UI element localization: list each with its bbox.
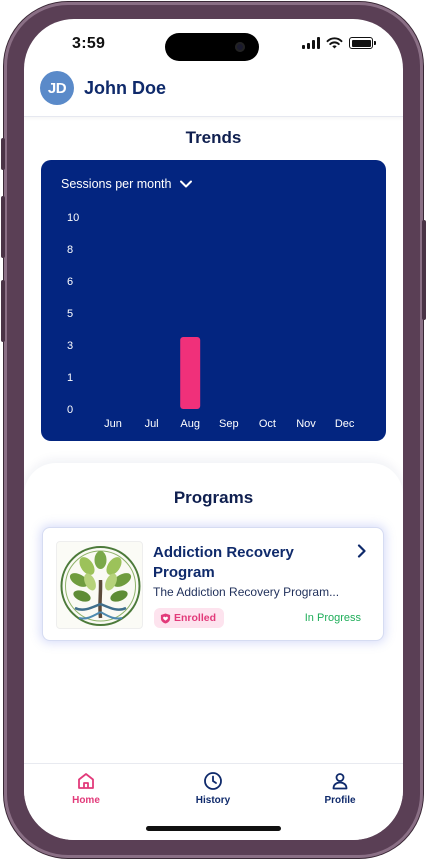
program-card[interactable]: Addiction Recovery Program The Addiction… xyxy=(42,527,384,641)
tree-of-life-icon xyxy=(56,541,143,629)
cellular-signal-icon xyxy=(302,37,320,49)
x-tick-label: Nov xyxy=(296,418,316,430)
clock-icon xyxy=(204,772,222,790)
enrolled-badge-label: Enrolled xyxy=(174,612,217,624)
y-tick-label: 0 xyxy=(67,404,73,416)
program-status: In Progress xyxy=(304,612,361,624)
x-tick-label: Oct xyxy=(259,418,276,430)
y-tick-label: 3 xyxy=(67,340,73,352)
volume-down-button xyxy=(1,280,5,342)
app-screen: 3:59 JD John Doe Trends 0 1 3 5 6 8 10 Jun Jul Au… xyxy=(24,19,403,840)
y-tick-label: 1 xyxy=(67,372,73,384)
x-tick-label: Dec xyxy=(335,418,355,430)
action-button xyxy=(1,138,5,170)
status-icons xyxy=(302,37,376,49)
y-tick-label: 6 xyxy=(67,276,73,288)
nav-history[interactable]: History xyxy=(173,771,253,806)
x-tick-label: Jun xyxy=(104,418,122,430)
chevron-right-icon[interactable] xyxy=(357,544,367,558)
nav-home[interactable]: Home xyxy=(46,771,126,806)
trends-title: Trends xyxy=(185,128,242,147)
status-time: 3:59 xyxy=(72,35,106,52)
nav-profile-label: Profile xyxy=(324,795,356,806)
status-bar: 3:59 xyxy=(24,19,403,71)
dynamic-island xyxy=(165,33,259,61)
shield-heart-icon xyxy=(160,612,171,624)
home-icon xyxy=(78,773,94,789)
trends-chart-card: 0 1 3 5 6 8 10 Jun Jul Aug Sep Oct Nov Dec Sessions p… xyxy=(41,160,386,441)
battery-icon xyxy=(349,37,376,49)
program-title: Addiction Recovery Program xyxy=(153,544,294,581)
y-tick-label: 5 xyxy=(67,308,73,320)
user-icon xyxy=(332,773,348,790)
chevron-down-icon xyxy=(180,180,193,188)
enrolled-badge: Enrolled xyxy=(154,608,225,628)
y-tick-label: 10 xyxy=(67,212,79,224)
chart-metric-dropdown[interactable]: Sessions per month xyxy=(61,177,193,191)
power-button xyxy=(422,220,426,320)
bar-aug[interactable] xyxy=(180,337,201,409)
y-tick-label: 8 xyxy=(67,244,73,256)
nav-home-label: Home xyxy=(72,795,100,806)
camera-icon xyxy=(235,42,245,52)
nav-profile[interactable]: Profile xyxy=(300,771,380,806)
x-tick-label: Sep xyxy=(219,418,239,430)
home-indicator xyxy=(146,826,281,831)
chart-metric-label: Sessions per month xyxy=(61,177,172,191)
sessions-chart: 0 1 3 5 6 8 10 Jun Jul Aug Sep Oct Nov Dec xyxy=(67,212,355,430)
x-tick-label: Jul xyxy=(145,418,159,430)
programs-title: Programs xyxy=(173,488,254,507)
nav-history-label: History xyxy=(195,795,231,806)
app-header: JD John Doe xyxy=(24,71,403,117)
avatar[interactable]: JD xyxy=(40,71,74,105)
program-description: The Addiction Recovery Program... xyxy=(153,585,340,599)
user-name: John Doe xyxy=(84,78,167,98)
x-tick-label: Aug xyxy=(180,418,200,430)
wifi-icon xyxy=(326,37,343,49)
volume-up-button xyxy=(1,196,5,258)
